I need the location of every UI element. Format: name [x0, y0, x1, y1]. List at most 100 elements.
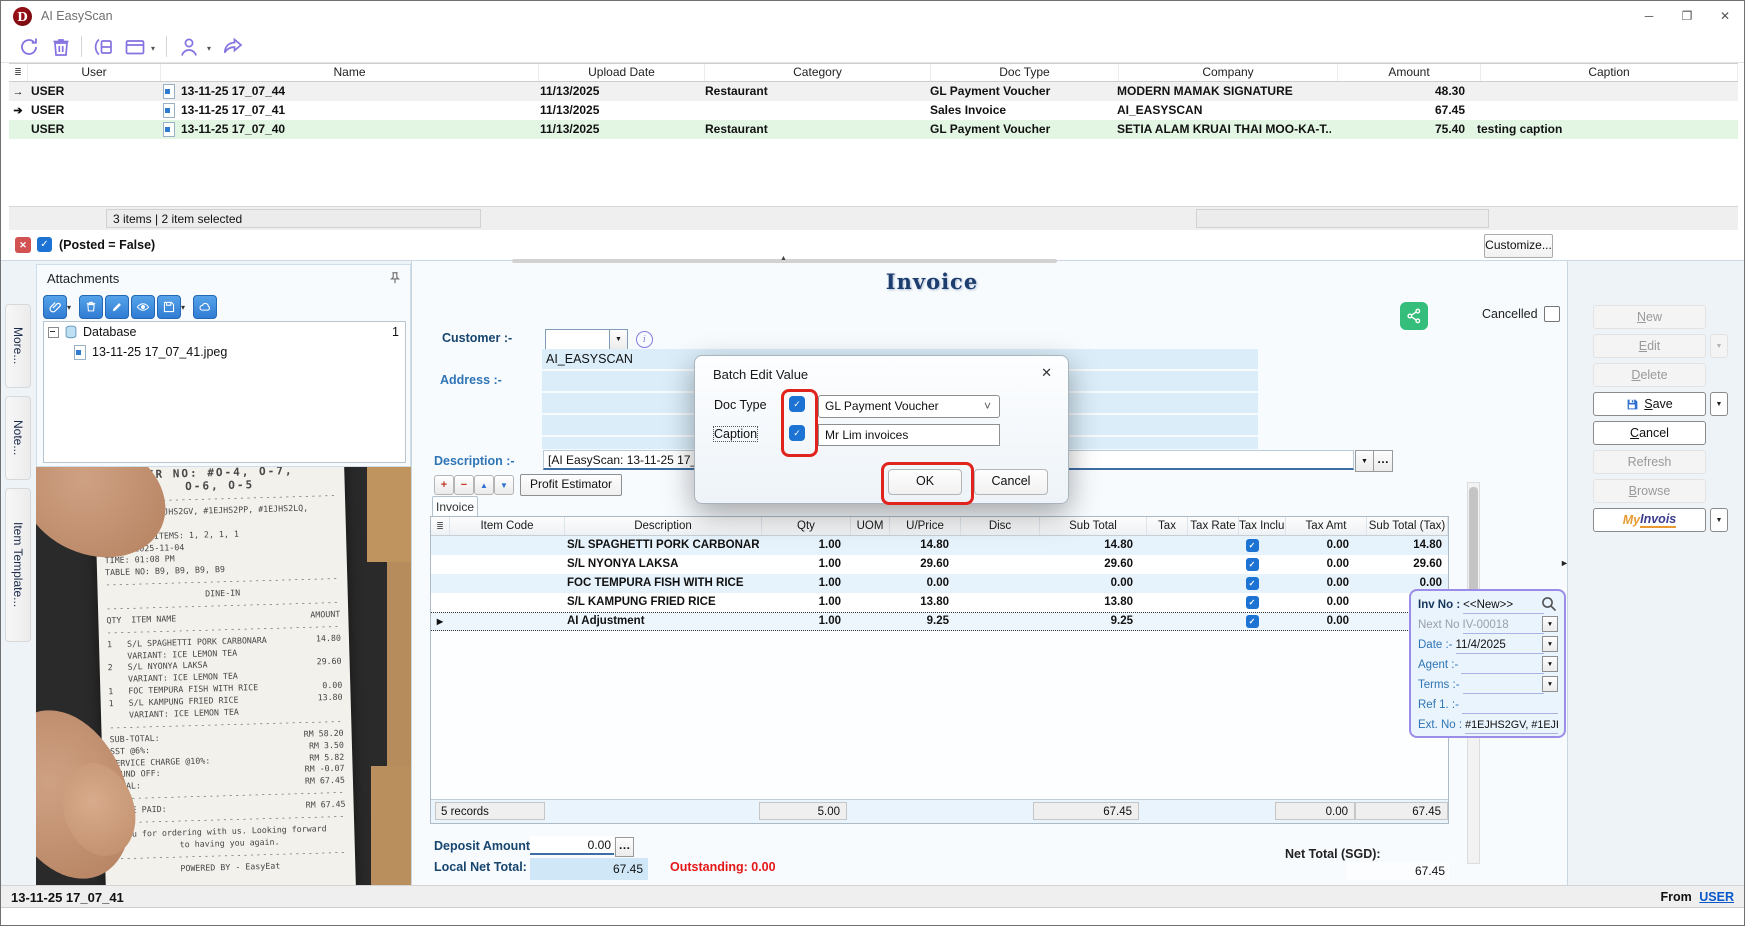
column-header[interactable]: User: [28, 64, 161, 81]
attach-link-button[interactable]: [43, 295, 67, 319]
delete-icon[interactable]: [49, 35, 73, 59]
minimize-button[interactable]: ─: [1630, 1, 1668, 31]
edit-button[interactable]: Edit: [1593, 334, 1706, 358]
date-value[interactable]: 11/4/2025: [1456, 637, 1544, 654]
item-column-header[interactable]: U/Price: [890, 517, 961, 535]
next-no-dropdown-icon[interactable]: [1542, 616, 1558, 632]
item-row[interactable]: S/L KAMPUNG FRIED RICE 1.00 13.80 13.80 …: [431, 593, 1448, 612]
profit-estimator-button[interactable]: Profit Estimator: [520, 474, 622, 496]
close-button[interactable]: ✕: [1706, 1, 1744, 31]
item-column-header[interactable]: Tax Inclu...: [1239, 517, 1286, 535]
item-column-header[interactable]: Tax Rate: [1188, 517, 1239, 535]
splitter-collapse-icon[interactable]: ▲: [780, 255, 787, 262]
collapse-panel-icon[interactable]: [91, 35, 115, 59]
save-dropdown-icon[interactable]: ▼: [1710, 392, 1728, 416]
from-user-link[interactable]: USER: [1699, 890, 1734, 904]
move-down-button[interactable]: ▼: [494, 475, 514, 495]
tax-inclusive-checkbox[interactable]: [1246, 596, 1259, 609]
item-row[interactable]: FOC TEMPURA FISH WITH RICE 1.00 0.00 0.0…: [431, 574, 1448, 593]
pane-expand-icon[interactable]: ►: [1560, 558, 1569, 568]
terms-dropdown-icon[interactable]: [1542, 676, 1558, 692]
customer-dropdown-icon[interactable]: [609, 329, 628, 350]
item-column-header[interactable]: Description: [565, 517, 762, 535]
filter-checkbox[interactable]: [37, 237, 52, 252]
column-header[interactable]: Upload Date: [539, 64, 705, 81]
item-row[interactable]: S/L SPAGHETTI PORK CARBONARA 1.00 14.80 …: [431, 536, 1448, 555]
deposit-more-button[interactable]: …: [615, 837, 634, 857]
delete-button[interactable]: Delete: [1593, 363, 1706, 387]
cancel-button[interactable]: Cancel: [974, 469, 1048, 495]
receipt-photo[interactable]: DER NO: #O-4, O-7,O-6, O-5--------------…: [36, 467, 411, 886]
user-dropdown-icon[interactable]: ▾: [207, 44, 211, 53]
table-row[interactable]: USER 13-11-25 17_07_40 11/13/2025 Restau…: [9, 120, 1738, 139]
ref1-value[interactable]: [1462, 697, 1558, 714]
item-row[interactable]: S/L NYONYA LAKSA 1.00 29.60 29.60 0.00 2…: [431, 555, 1448, 574]
myinvois-dropdown-icon[interactable]: ▼: [1710, 508, 1728, 532]
item-column-header[interactable]: Disc: [961, 517, 1040, 535]
myinvois-button[interactable]: MyInvois: [1593, 508, 1706, 532]
item-column-header[interactable]: Sub Total: [1040, 517, 1147, 535]
customize-button[interactable]: Customize...: [1484, 234, 1553, 258]
attach-delete-button[interactable]: [79, 295, 103, 319]
browse-button[interactable]: Browse: [1593, 479, 1706, 503]
pin-icon[interactable]: [388, 271, 402, 285]
search-icon[interactable]: [1540, 595, 1558, 613]
column-header[interactable]: Doc Type: [931, 64, 1119, 81]
tree-node-file[interactable]: 13-11-25 17_07_41.jpeg: [44, 342, 405, 362]
attach-link-dropdown-icon[interactable]: ▾: [67, 303, 71, 312]
share-export-icon[interactable]: [221, 35, 245, 59]
tax-inclusive-checkbox[interactable]: [1246, 615, 1259, 628]
column-header[interactable]: Company: [1119, 64, 1338, 81]
clear-filter-button[interactable]: ✕: [15, 237, 31, 253]
customer-combo[interactable]: [545, 329, 611, 350]
column-header[interactable]: Category: [705, 64, 931, 81]
attach-view-button[interactable]: [131, 295, 155, 319]
item-column-header[interactable]: Tax: [1147, 517, 1188, 535]
doc-type-select[interactable]: GL Payment Voucher: [818, 395, 1000, 418]
side-tab-note[interactable]: Note...: [5, 396, 31, 480]
refresh-icon[interactable]: [17, 35, 41, 59]
description-dropdown-icon[interactable]: [1355, 450, 1374, 472]
item-column-header[interactable]: Tax Amt: [1286, 517, 1367, 535]
item-column-header[interactable]: Item Code: [450, 517, 565, 535]
info-icon[interactable]: i: [636, 331, 653, 348]
column-header[interactable]: Caption: [1481, 64, 1738, 81]
item-column-header[interactable]: Qty: [762, 517, 851, 535]
agent-value[interactable]: [1461, 657, 1544, 674]
move-up-button[interactable]: ▲: [474, 475, 494, 495]
item-column-header[interactable]: UOM: [851, 517, 890, 535]
layout-panel-icon[interactable]: [123, 35, 147, 59]
dialog-close-icon[interactable]: ✕: [1041, 365, 1052, 381]
deposit-amount-input[interactable]: 0.00: [530, 836, 614, 855]
edit-dropdown-icon[interactable]: ▼: [1710, 334, 1728, 358]
side-tab-more[interactable]: More...: [5, 304, 31, 388]
collapse-expander-icon[interactable]: [48, 327, 59, 338]
tree-node-database[interactable]: Database 1: [44, 322, 405, 342]
table-row[interactable]: USER 13-11-25 17_07_41 11/13/2025 Sales …: [9, 101, 1738, 120]
tax-inclusive-checkbox[interactable]: [1246, 539, 1259, 552]
refresh-button[interactable]: Refresh: [1593, 450, 1706, 474]
item-column-header[interactable]: Sub Total (Tax): [1367, 517, 1448, 535]
attach-cloud-button[interactable]: [193, 295, 217, 319]
description-more-button[interactable]: …: [1373, 450, 1393, 472]
layout-dropdown-icon[interactable]: ▾: [151, 44, 155, 53]
date-dropdown-icon[interactable]: [1542, 636, 1558, 652]
item-row[interactable]: AI Adjustment 1.00 9.25 9.25 0.00 9.25: [431, 612, 1448, 631]
column-header[interactable]: Name: [161, 64, 539, 81]
caption-input[interactable]: Mr Lim invoices: [818, 424, 1000, 446]
add-row-button[interactable]: +: [434, 475, 454, 495]
attach-save-dropdown-icon[interactable]: ▾: [181, 303, 185, 312]
caption-checkbox[interactable]: [789, 425, 805, 441]
side-tab-item-template[interactable]: Item Template...: [5, 488, 31, 642]
doc-type-checkbox[interactable]: [789, 396, 805, 412]
agent-dropdown-icon[interactable]: [1542, 656, 1558, 672]
cancelled-checkbox[interactable]: [1544, 306, 1560, 322]
new-button[interactable]: New: [1593, 305, 1706, 329]
tax-inclusive-checkbox[interactable]: [1246, 558, 1259, 571]
user-icon[interactable]: [177, 35, 201, 59]
cancel-button[interactable]: Cancel: [1593, 421, 1706, 445]
share-green-icon[interactable]: [1400, 302, 1428, 330]
maximize-button[interactable]: ❐: [1668, 1, 1706, 31]
attach-edit-button[interactable]: [105, 295, 129, 319]
attach-save-button[interactable]: [157, 295, 181, 319]
